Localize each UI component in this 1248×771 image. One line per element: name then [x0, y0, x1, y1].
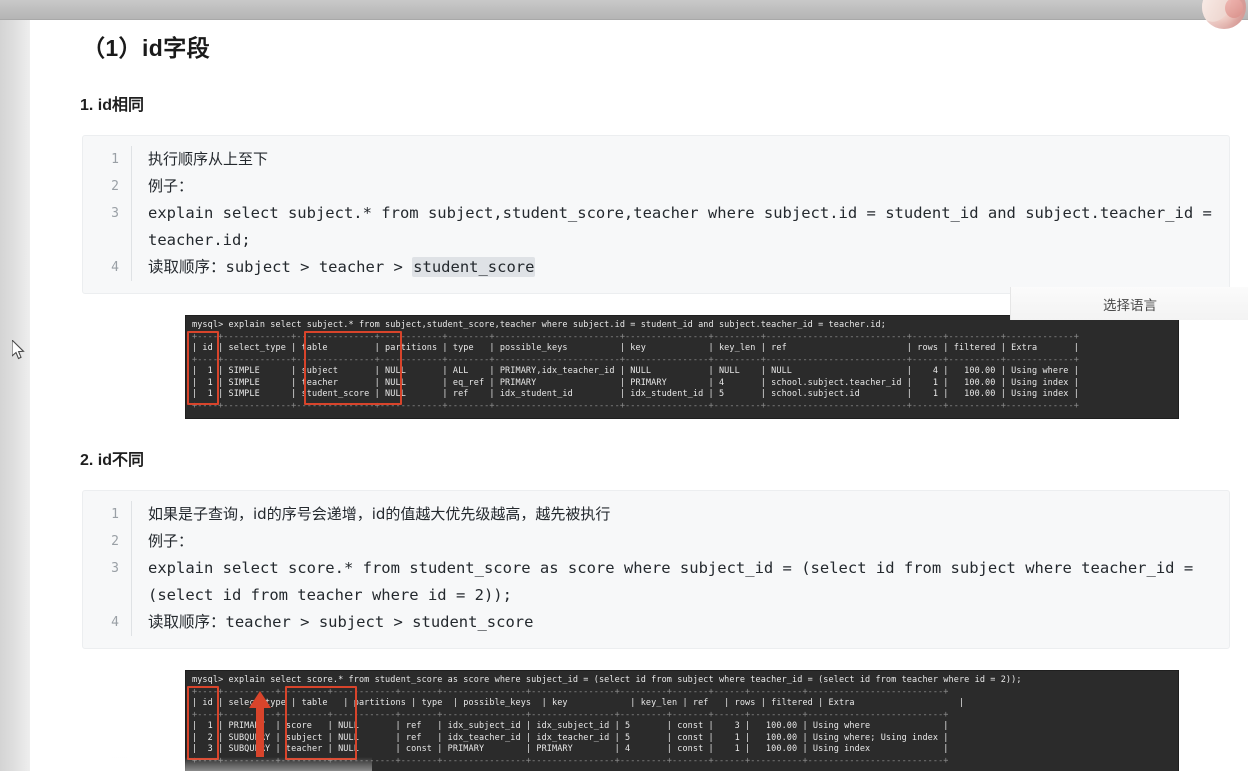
- subsection-heading-2: 2. id不同: [80, 452, 145, 469]
- code-line-text: 读取顺序：teacher > subject > student_score: [131, 609, 1229, 636]
- language-selector[interactable]: 选择语言: [1010, 287, 1248, 320]
- line-number: 2: [111, 179, 119, 194]
- terminal-data-row: | 1 | PRIMARY | score | NULL | ref | idx…: [192, 721, 949, 731]
- line-number: 1: [111, 507, 119, 522]
- terminal-rule: +----+-------------+---------------+----…: [192, 400, 1079, 411]
- code-line-text: explain select score.* from student_scor…: [131, 555, 1229, 609]
- terminal-data-row: | 2 | SUBQUERY | subject | NULL | ref | …: [192, 732, 949, 743]
- terminal-rule: +----+----------+---------+------------+…: [192, 686, 949, 697]
- left-gutter-rail: [0, 19, 30, 771]
- line-number: 1: [111, 152, 119, 167]
- code-line: 4 读取顺序：teacher > subject > student_score: [83, 609, 1229, 636]
- terminal-screenshot-1: mysql> explain select subject.* from sub…: [186, 316, 1178, 418]
- code-block-1: 1 执行顺序从上至下 2 例子： 3 explain select subjec…: [82, 135, 1230, 294]
- code-line: 1 执行顺序从上至下: [83, 146, 1229, 173]
- code-line-body: subject > teacher >: [225, 258, 413, 276]
- code-line-text: 读取顺序：subject > teacher > student_score: [131, 254, 1229, 281]
- line-number: 4: [111, 260, 119, 275]
- code-line: 3 explain select subject.* from subject,…: [83, 200, 1229, 254]
- code-line-text: 执行顺序从上至下: [131, 146, 1229, 173]
- terminal-data-row: | 1 | SIMPLE | subject | NULL | ALL | PR…: [192, 366, 1079, 376]
- mouse-cursor-icon: [12, 340, 25, 360]
- code-line: 2 例子：: [83, 528, 1229, 555]
- code-block-2: 1 如果是子查询，id的序号会递增，id的值越大优先级越高，越先被执行 2 例子…: [82, 490, 1230, 649]
- code-line-body: teacher > subject > student_score: [225, 613, 534, 631]
- code-line-text: explain select subject.* from subject,st…: [131, 200, 1229, 254]
- code-line-text: 例子：: [131, 173, 1229, 200]
- terminal-data-row: | 1 | SIMPLE | teacher | NULL | eq_ref |…: [192, 377, 1079, 388]
- terminal-command: mysql> explain select score.* from stude…: [192, 675, 1022, 685]
- code-line: 2 例子：: [83, 173, 1229, 200]
- terminal-command: mysql> explain select subject.* from sub…: [192, 320, 886, 330]
- article-page: （1）id字段 1. id相同 1 执行顺序从上至下 2 例子： 3 expla…: [30, 19, 1248, 771]
- line-number: 4: [111, 615, 119, 630]
- code-line: 3 explain select score.* from student_sc…: [83, 555, 1229, 609]
- line-number: 3: [111, 561, 119, 576]
- language-selector-label: 选择语言: [1103, 297, 1157, 313]
- line-number: 3: [111, 206, 119, 221]
- browser-top-bar: [0, 0, 1248, 20]
- code-line-text: 例子：: [131, 528, 1229, 555]
- terminal-rule: +----+-------------+---------------+----…: [192, 331, 1079, 342]
- page-title: （1）id字段: [82, 35, 211, 61]
- terminal-header-row: | id | select_type | table | partitions …: [192, 343, 1079, 353]
- next-heading-partial: [112, 757, 372, 771]
- code-line: 4 读取顺序：subject > teacher > student_score: [83, 254, 1229, 281]
- code-line-prefix: 读取顺序：: [148, 613, 226, 631]
- code-line-text: 如果是子查询，id的序号会递增，id的值越大优先级越高，越先被执行: [131, 501, 1229, 528]
- terminal-header-row: | id | select_type | table | partitions …: [192, 698, 965, 708]
- code-line: 1 如果是子查询，id的序号会递增，id的值越大优先级越高，越先被执行: [83, 501, 1229, 528]
- terminal-rule: +----+----------+---------+------------+…: [192, 709, 949, 720]
- avatar-shadow: [1225, 0, 1243, 18]
- terminal-rule: +----+-------------+---------------+----…: [192, 354, 1079, 365]
- code-line-prefix: 读取顺序：: [148, 258, 226, 276]
- line-number: 2: [111, 534, 119, 549]
- subsection-heading-1: 1. id相同: [80, 97, 145, 114]
- highlighted-token: student_score: [412, 257, 536, 277]
- terminal-screenshot-2: mysql> explain select score.* from stude…: [186, 671, 1178, 771]
- terminal-data-row: | 1 | SIMPLE | student_score | NULL | re…: [192, 389, 1079, 399]
- terminal-data-row: | 3 | SUBQUERY | teacher | NULL | const …: [192, 744, 949, 754]
